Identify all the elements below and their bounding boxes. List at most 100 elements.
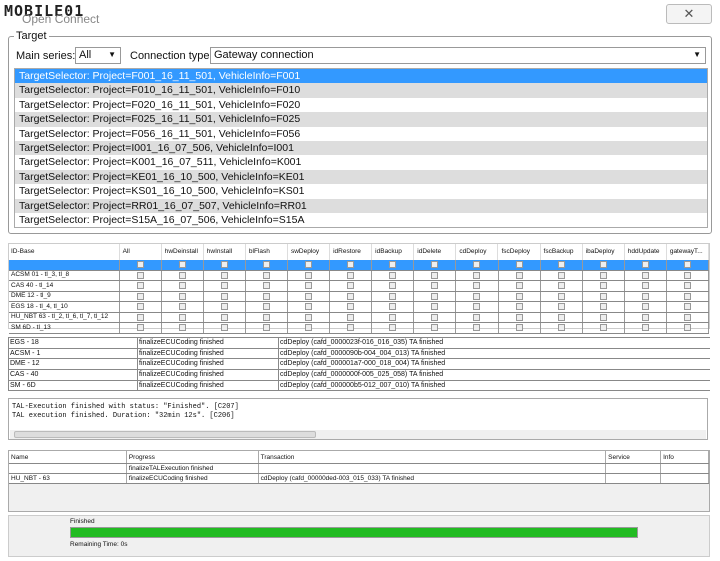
column-header[interactable]: blFlash	[246, 244, 288, 260]
checkbox[interactable]	[220, 303, 228, 311]
checkbox[interactable]	[178, 313, 186, 321]
checkbox[interactable]	[641, 261, 649, 269]
checkbox[interactable]	[263, 303, 271, 311]
checkbox[interactable]	[389, 313, 397, 321]
grid-row[interactable]: ACSM 01 - tl_3, tl_8	[9, 270, 709, 281]
checkbox[interactable]	[683, 292, 691, 300]
checkbox[interactable]	[136, 292, 144, 300]
target-selector-item[interactable]: TargetSelector: Project=RR01_16_07_507, …	[15, 198, 707, 213]
checkbox[interactable]	[431, 303, 439, 311]
checkbox[interactable]	[178, 303, 186, 311]
checkbox[interactable]	[305, 292, 313, 300]
checkbox[interactable]	[557, 324, 565, 332]
checkbox[interactable]	[178, 292, 186, 300]
checkbox[interactable]	[178, 271, 186, 279]
column-header[interactable]: gatewayT...	[667, 244, 709, 260]
target-selector-item[interactable]: TargetSelector: Project=F020_16_11_501, …	[15, 98, 707, 112]
column-header[interactable]: swDeploy	[288, 244, 331, 260]
checkbox[interactable]	[683, 282, 691, 290]
column-header[interactable]: idBackup	[372, 244, 415, 260]
checkbox[interactable]	[305, 271, 313, 279]
checkbox[interactable]	[136, 303, 144, 311]
checkbox[interactable]	[136, 324, 144, 332]
checkbox[interactable]	[389, 271, 397, 279]
target-selector-item[interactable]: TargetSelector: Project=F056_16_11_501, …	[15, 127, 707, 141]
checkbox[interactable]	[263, 292, 271, 300]
checkbox[interactable]	[641, 303, 649, 311]
checkbox[interactable]	[347, 271, 355, 279]
target-selector-item[interactable]: TargetSelector: Project=K001_16_07_511, …	[15, 155, 707, 169]
grid-row[interactable]: SM 6D - tl_13	[9, 323, 709, 334]
target-selector-item[interactable]: TargetSelector: Project=S15A_16_07_506, …	[15, 213, 707, 227]
checkbox[interactable]	[473, 271, 481, 279]
checkbox[interactable]	[178, 261, 186, 269]
checkbox[interactable]	[389, 261, 397, 269]
column-header[interactable]: ID-Base	[9, 244, 120, 260]
checkbox[interactable]	[473, 292, 481, 300]
target-selector-item[interactable]: TargetSelector: Project=KS01_16_10_500, …	[15, 184, 707, 198]
checkbox[interactable]	[683, 261, 691, 269]
status-row[interactable]: SM - 6D finalizeECUCoding finished cdDeplo…	[8, 380, 710, 392]
column-header[interactable]: Info	[661, 451, 709, 463]
column-header[interactable]: fscDeploy	[498, 244, 541, 260]
target-selector-item[interactable]: TargetSelector: Project=F001_16_11_501, …	[15, 69, 707, 84]
checkbox[interactable]	[136, 261, 144, 269]
column-header[interactable]: hwInstall	[204, 244, 246, 260]
checkbox[interactable]	[557, 282, 565, 290]
transaction-row[interactable]: finalizeTALExecution finished	[9, 464, 709, 474]
grid-row[interactable]: CAS 40 - tl_14	[9, 281, 709, 292]
checkbox[interactable]	[641, 282, 649, 290]
target-selector-item[interactable]: TargetSelector: Project=KE01_16_10_500, …	[15, 169, 707, 185]
checkbox[interactable]	[515, 324, 523, 332]
main-series-select[interactable]: All ▼	[75, 47, 121, 64]
checkbox[interactable]	[305, 303, 313, 311]
close-button[interactable]: ✕	[666, 4, 712, 24]
checkbox[interactable]	[599, 261, 607, 269]
column-header[interactable]: fscBackup	[541, 244, 583, 260]
checkbox[interactable]	[389, 324, 397, 332]
checkbox[interactable]	[557, 303, 565, 311]
checkbox[interactable]	[683, 313, 691, 321]
checkbox[interactable]	[220, 271, 228, 279]
checkbox[interactable]	[136, 282, 144, 290]
checkbox[interactable]	[599, 271, 607, 279]
checkbox[interactable]	[220, 292, 228, 300]
checkbox[interactable]	[599, 324, 607, 332]
column-header[interactable]: idRestore	[330, 244, 373, 260]
checkbox[interactable]	[515, 313, 523, 321]
column-header[interactable]: idDelete	[414, 244, 457, 260]
checkbox[interactable]	[389, 282, 397, 290]
checkbox[interactable]	[683, 271, 691, 279]
checkbox[interactable]	[431, 261, 439, 269]
checkbox[interactable]	[305, 313, 313, 321]
checkbox[interactable]	[220, 313, 228, 321]
grid-row[interactable]: DME 12 - tl_9	[9, 291, 709, 302]
column-header[interactable]: Name	[9, 451, 127, 463]
checkbox[interactable]	[431, 324, 439, 332]
target-selector-item[interactable]: TargetSelector: Project=I001_16_07_506, …	[15, 140, 707, 156]
checkbox[interactable]	[431, 282, 439, 290]
column-header[interactable]: cdDeploy	[456, 244, 499, 260]
checkbox[interactable]	[347, 282, 355, 290]
status-row[interactable]: EGS - 18 finalizeECUCoding finished cdDepl…	[8, 338, 710, 349]
column-header[interactable]: Service	[606, 451, 662, 463]
checkbox[interactable]	[136, 313, 144, 321]
checkbox[interactable]	[431, 271, 439, 279]
checkbox[interactable]	[641, 324, 649, 332]
checkbox[interactable]	[305, 282, 313, 290]
checkbox[interactable]	[220, 261, 228, 269]
checkbox[interactable]	[557, 313, 565, 321]
checkbox[interactable]	[347, 292, 355, 300]
checkbox[interactable]	[347, 313, 355, 321]
column-header[interactable]: hddUpdate	[625, 244, 667, 260]
target-selector-item[interactable]: TargetSelector: Project=F010_16_11_501, …	[15, 83, 707, 98]
column-header[interactable]: hwDeinstall	[162, 244, 204, 260]
transaction-row[interactable]: HU_NBT - 63 finalizeECUCoding finished cdD…	[9, 474, 709, 484]
checkbox[interactable]	[599, 303, 607, 311]
checkbox[interactable]	[515, 282, 523, 290]
checkbox[interactable]	[641, 292, 649, 300]
checkbox[interactable]	[263, 313, 271, 321]
target-selector-item[interactable]: TargetSelector: Project=F025_16_11_501, …	[15, 112, 707, 127]
status-row[interactable]: CAS - 40 finalizeECUCoding finished cdDepl…	[8, 370, 710, 381]
grid-row[interactable]: EGS 18 - tl_4, tl_10	[9, 302, 709, 313]
